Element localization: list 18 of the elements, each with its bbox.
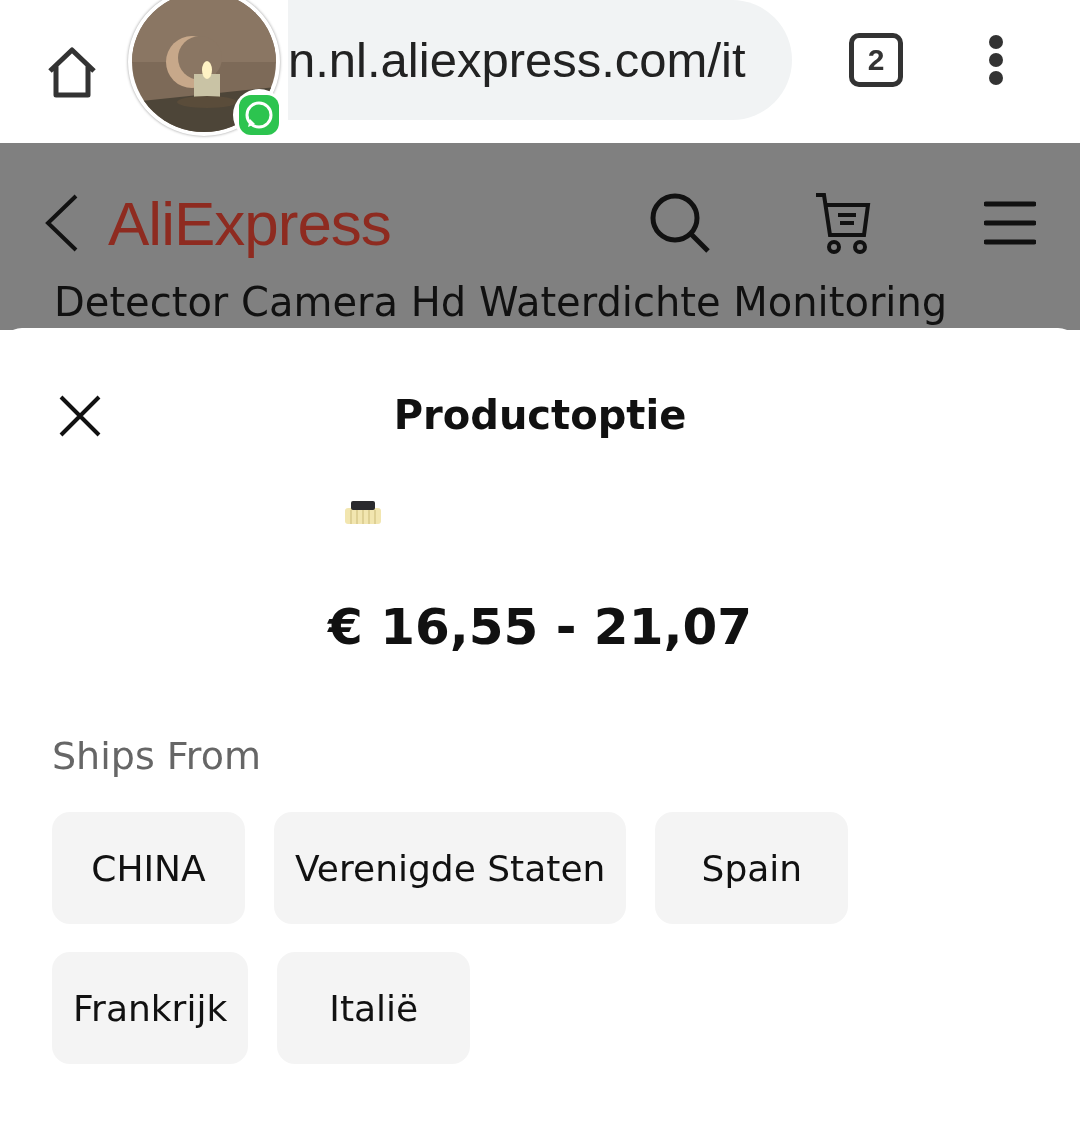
tab-count-button[interactable]: 2 (849, 33, 903, 87)
sheet-title: Productoptie (393, 392, 687, 440)
search-icon[interactable] (648, 191, 712, 255)
option-chip[interactable]: Verenigde Staten (274, 812, 627, 924)
address-bar[interactable]: n.nl.aliexpress.com/it (288, 0, 792, 120)
cart-icon[interactable] (814, 191, 872, 255)
menu-icon[interactable] (984, 200, 1036, 246)
product-title: Detector Camera Hd Waterdichte Monitoring (54, 279, 948, 325)
section-label: Ships From (52, 734, 262, 778)
more-options-icon[interactable] (988, 34, 1004, 86)
price-range: € 16,55 - 21,07 (327, 598, 753, 656)
option-chip[interactable]: CHINA (52, 812, 245, 924)
close-icon[interactable] (58, 394, 102, 438)
url-text: n.nl.aliexpress.com/it (288, 32, 746, 88)
option-chip[interactable]: Spain (655, 812, 849, 924)
option-chip[interactable]: Frankrijk (52, 952, 249, 1064)
back-icon[interactable] (44, 193, 80, 253)
option-chip[interactable]: Italië (277, 952, 471, 1064)
